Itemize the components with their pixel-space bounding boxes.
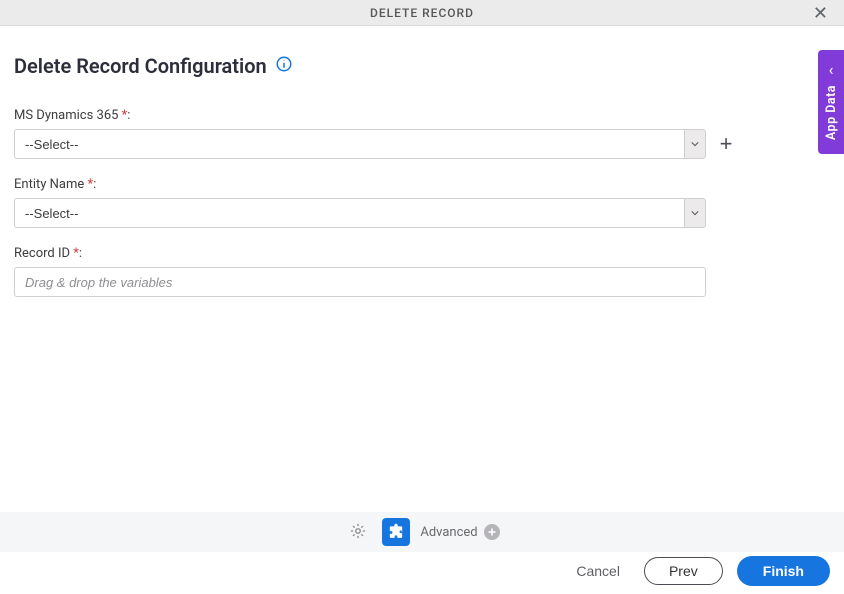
extension-tab-button[interactable] — [382, 518, 410, 546]
chevron-left-icon: ‹ — [829, 60, 834, 79]
field-entity-name: Entity Name *: — [14, 177, 830, 228]
cancel-button[interactable]: Cancel — [566, 557, 630, 585]
plus-icon: + — [720, 133, 733, 155]
prev-button[interactable]: Prev — [644, 557, 723, 585]
finish-button[interactable]: Finish — [737, 556, 830, 586]
settings-tab-button[interactable] — [344, 518, 372, 546]
app-data-label: App Data — [824, 85, 839, 140]
label-ms-dynamics: MS Dynamics 365 *: — [14, 108, 830, 123]
close-icon: ✕ — [813, 3, 828, 23]
info-icon[interactable] — [275, 55, 293, 77]
input-record-id[interactable] — [14, 267, 706, 297]
gear-icon — [349, 522, 367, 543]
section-title: Delete Record Configuration — [14, 54, 267, 78]
required-indicator: * — [122, 108, 128, 123]
label-entity-name-text: Entity Name — [14, 177, 87, 192]
field-row-ms-dynamics: + — [14, 129, 830, 159]
select-entity-name[interactable] — [14, 198, 706, 228]
add-connection-button[interactable]: + — [716, 134, 736, 154]
footer-strip: Advanced — [0, 512, 844, 552]
field-row-entity-name — [14, 198, 830, 228]
dialog-header: DELETE RECORD ✕ — [0, 0, 844, 26]
action-bar: Cancel Prev Finish — [566, 556, 830, 586]
select-input-ms-dynamics[interactable] — [14, 129, 684, 159]
required-indicator: * — [73, 246, 79, 261]
config-body: Delete Record Configuration MS Dynamics … — [0, 26, 844, 297]
close-button[interactable]: ✕ — [807, 2, 834, 24]
advanced-label: Advanced — [420, 525, 477, 540]
puzzle-icon — [387, 522, 405, 543]
field-record-id: Record ID *: — [14, 246, 830, 297]
required-indicator: * — [87, 177, 93, 192]
caret-ms-dynamics[interactable] — [684, 129, 706, 159]
label-record-id: Record ID *: — [14, 246, 830, 261]
select-input-entity-name[interactable] — [14, 198, 684, 228]
expand-icon — [484, 524, 500, 540]
caret-entity-name[interactable] — [684, 198, 706, 228]
label-record-id-text: Record ID — [14, 246, 73, 261]
dialog-title: DELETE RECORD — [370, 6, 474, 20]
advanced-toggle[interactable]: Advanced — [420, 524, 499, 540]
label-ms-dynamics-text: MS Dynamics 365 — [14, 108, 122, 123]
app-data-panel-toggle[interactable]: ‹ App Data — [818, 50, 844, 154]
select-ms-dynamics[interactable] — [14, 129, 706, 159]
field-ms-dynamics: MS Dynamics 365 *: + — [14, 108, 830, 159]
section-heading: Delete Record Configuration — [14, 54, 830, 78]
label-entity-name: Entity Name *: — [14, 177, 830, 192]
